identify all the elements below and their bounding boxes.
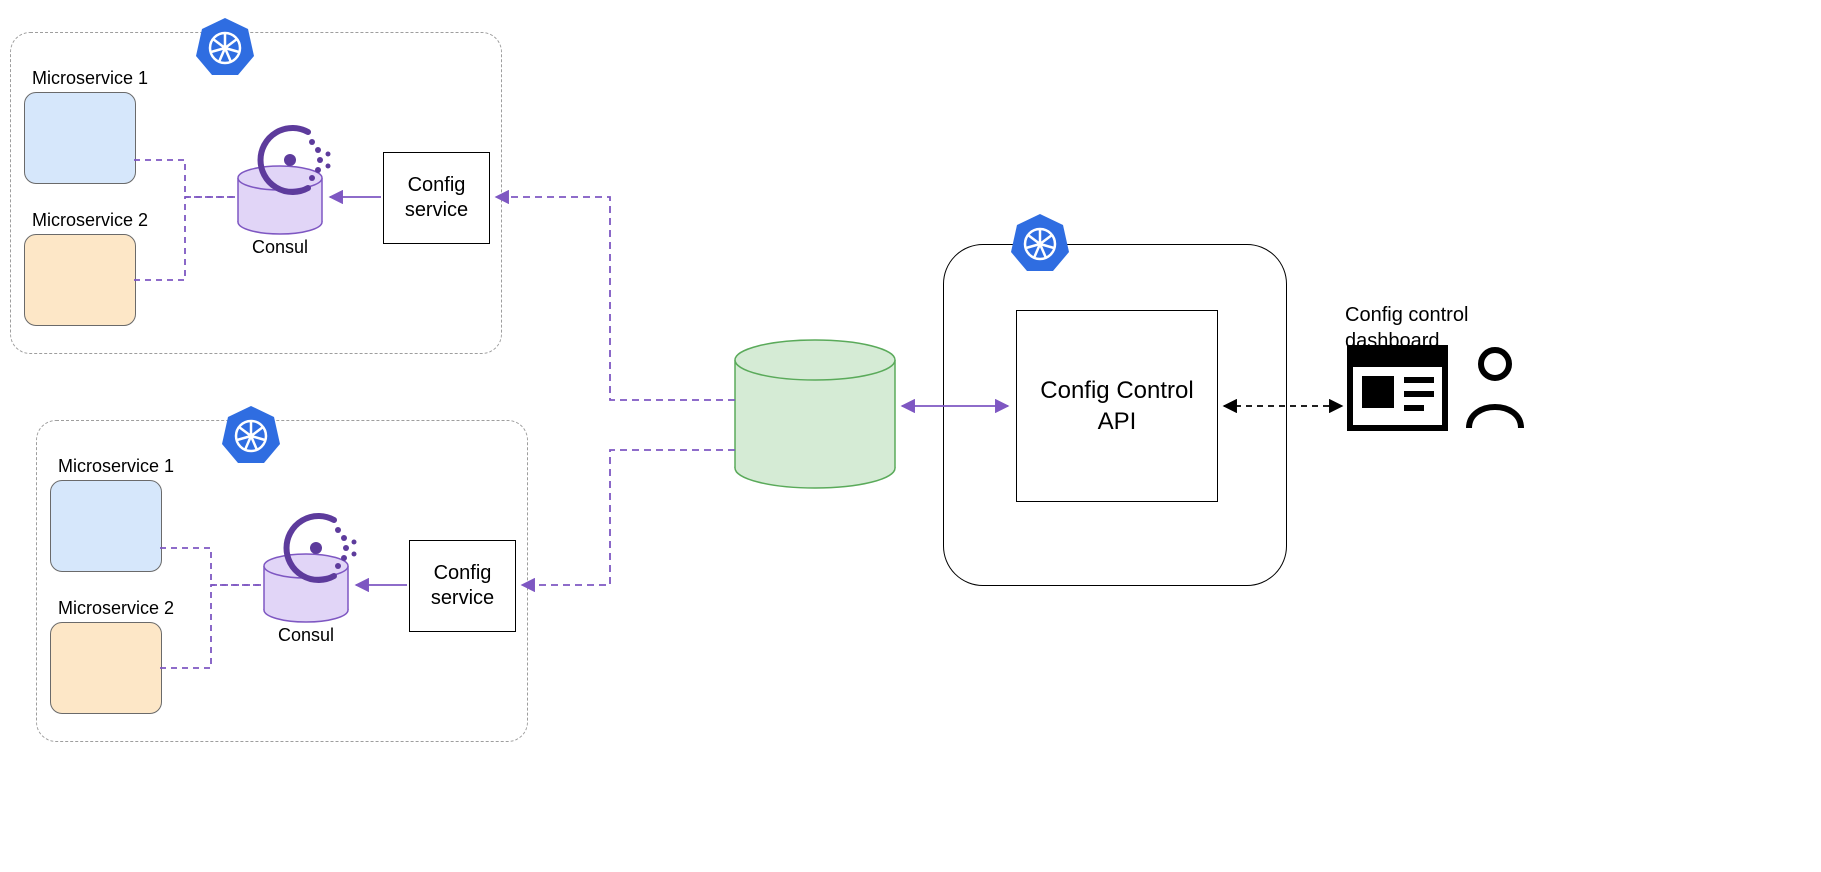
dashboard-label: Config control dashboard [1345,302,1505,354]
ms1-label-cluster1: Microservice 1 [32,68,148,89]
ms2-box-cluster2 [50,622,162,714]
config-service-label-cluster2: Config service [431,561,494,611]
ms2-label-cluster2: Microservice 2 [58,598,174,619]
config-control-api-label: Config Control API [1040,375,1193,437]
ms2-label-cluster1: Microservice 2 [32,210,148,231]
config-service-label-cluster1: Config service [405,173,468,223]
diagram-canvas: Microservice 1 Microservice 2 Config ser… [0,0,1821,872]
config-service-box-cluster1: Config service [383,152,490,244]
ms1-box-cluster2 [50,480,162,572]
consul-label-cluster2: Consul [278,624,334,647]
config-service-box-cluster2: Config service [409,540,516,632]
global-storage-label: Global Config Storage [732,408,912,465]
edge-storage-to-configsvc-c1 [496,197,735,400]
user-icon [1469,350,1521,428]
dashboard-icon [1350,348,1445,428]
ms1-box-cluster1 [24,92,136,184]
config-control-api-box: Config Control API [1016,310,1218,502]
ms1-label-cluster2: Microservice 1 [58,456,174,477]
ms2-box-cluster1 [24,234,136,326]
edge-storage-to-configsvc-c2 [522,450,735,585]
consul-label-cluster1: Consul [252,236,308,259]
